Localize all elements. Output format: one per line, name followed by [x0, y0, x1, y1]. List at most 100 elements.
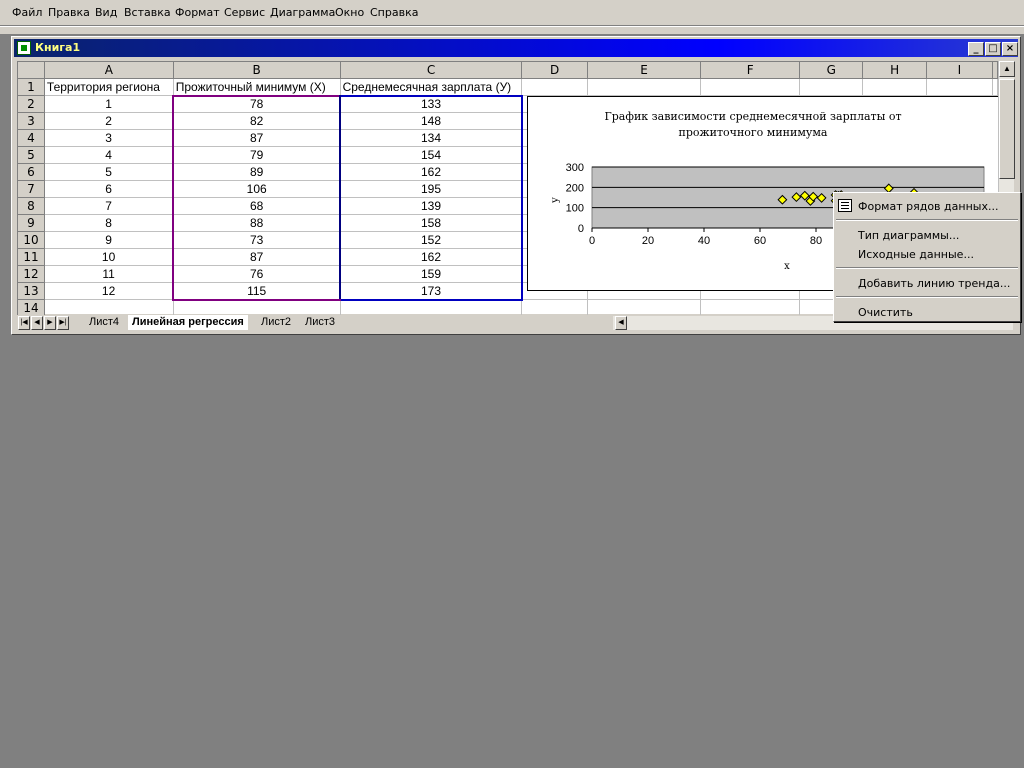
- cell[interactable]: [799, 78, 864, 96]
- ctx-format-data-series[interactable]: Формат рядов данных...: [858, 200, 998, 213]
- menu-edit[interactable]: Правка: [48, 6, 90, 19]
- cell[interactable]: Среднемесячная зарплата (У): [339, 78, 523, 96]
- cell[interactable]: 195: [339, 180, 523, 198]
- cell[interactable]: Прожиточный минимум (X): [172, 78, 341, 96]
- cell[interactable]: 88: [172, 214, 342, 232]
- prev-sheet-button[interactable]: ◀: [31, 316, 43, 330]
- cell[interactable]: 3: [43, 129, 174, 147]
- cell[interactable]: 10: [43, 248, 174, 266]
- cell[interactable]: Территория региона: [43, 78, 174, 96]
- cell[interactable]: 154: [339, 146, 523, 164]
- cell[interactable]: 162: [339, 248, 523, 266]
- cell[interactable]: 68: [172, 197, 342, 215]
- column-header[interactable]: A: [43, 61, 174, 79]
- cell[interactable]: 73: [172, 231, 342, 249]
- cell[interactable]: 115: [172, 282, 342, 301]
- next-sheet-button[interactable]: ▶: [44, 316, 56, 330]
- cell[interactable]: [925, 78, 994, 96]
- row-header[interactable]: 14: [17, 299, 45, 317]
- menu-format[interactable]: Формат: [175, 6, 220, 19]
- menu-help[interactable]: Справка: [370, 6, 418, 19]
- sheet-tab-list3[interactable]: Лист3: [301, 315, 339, 330]
- ctx-chart-type[interactable]: Тип диаграммы...: [858, 229, 959, 242]
- sheet-tab-linear-regression[interactable]: Линейная регрессия: [128, 315, 248, 330]
- column-header[interactable]: G: [799, 61, 864, 79]
- row-header[interactable]: 9: [17, 214, 45, 232]
- column-header[interactable]: B: [172, 61, 341, 79]
- cell[interactable]: [992, 78, 998, 96]
- menu-view[interactable]: Вид: [95, 6, 117, 19]
- cell[interactable]: 4: [43, 146, 174, 164]
- maximize-button[interactable]: □: [985, 42, 1001, 56]
- column-header[interactable]: I: [925, 61, 994, 79]
- column-header[interactable]: F: [700, 61, 801, 79]
- cell[interactable]: 158: [339, 214, 523, 232]
- row-header[interactable]: 7: [17, 180, 45, 198]
- row-header[interactable]: 12: [17, 265, 45, 283]
- menu-insert[interactable]: Вставка: [124, 6, 171, 19]
- column-header[interactable]: [992, 61, 998, 79]
- cell[interactable]: 87: [172, 248, 342, 266]
- menu-chart[interactable]: Диаграмма: [270, 6, 335, 19]
- sheet-tab-list2[interactable]: Лист2: [257, 315, 295, 330]
- cell[interactable]: 76: [172, 265, 342, 283]
- row-header[interactable]: 13: [17, 282, 45, 300]
- ctx-clear[interactable]: Очистить: [858, 306, 913, 319]
- cell[interactable]: 78: [172, 94, 342, 113]
- row-header[interactable]: 1: [17, 78, 45, 96]
- cell[interactable]: 159: [339, 265, 523, 283]
- row-header[interactable]: 8: [17, 197, 45, 215]
- cell[interactable]: 134: [339, 129, 523, 147]
- cell[interactable]: [700, 78, 801, 96]
- row-header[interactable]: 6: [17, 163, 45, 181]
- select-all-corner[interactable]: [17, 61, 45, 79]
- cell[interactable]: [586, 299, 702, 317]
- cell[interactable]: 12: [43, 282, 174, 300]
- scroll-up-button[interactable]: ▲: [999, 61, 1015, 77]
- cell[interactable]: 1: [43, 95, 174, 113]
- cell[interactable]: 87: [172, 129, 342, 147]
- cell[interactable]: 79: [172, 146, 342, 164]
- row-header[interactable]: 10: [17, 231, 45, 249]
- cell[interactable]: 6: [43, 180, 174, 198]
- minimize-button[interactable]: _: [968, 42, 984, 56]
- cell[interactable]: 106: [172, 180, 342, 198]
- cell[interactable]: 5: [43, 163, 174, 181]
- cell[interactable]: [586, 78, 702, 96]
- scroll-thumb[interactable]: [999, 79, 1015, 179]
- cell[interactable]: 2: [43, 112, 174, 130]
- cell[interactable]: 82: [172, 112, 342, 130]
- cell[interactable]: 139: [339, 197, 523, 215]
- cell[interactable]: 8: [43, 214, 174, 232]
- first-sheet-button[interactable]: |◀: [18, 316, 30, 330]
- cell[interactable]: [521, 78, 588, 96]
- column-header[interactable]: D: [521, 61, 588, 79]
- menu-tools[interactable]: Сервис: [224, 6, 265, 19]
- row-header[interactable]: 3: [17, 112, 45, 130]
- cell[interactable]: 152: [339, 231, 523, 249]
- column-header[interactable]: C: [339, 61, 523, 79]
- row-header[interactable]: 2: [17, 95, 45, 113]
- cell[interactable]: [172, 299, 341, 317]
- cell[interactable]: 11: [43, 265, 174, 283]
- cell[interactable]: 162: [339, 163, 523, 181]
- cell[interactable]: 9: [43, 231, 174, 249]
- column-header[interactable]: E: [586, 61, 702, 79]
- cell[interactable]: 148: [339, 112, 523, 130]
- last-sheet-button[interactable]: ▶|: [57, 316, 69, 330]
- row-header[interactable]: 5: [17, 146, 45, 164]
- row-header[interactable]: 11: [17, 248, 45, 266]
- scroll-left-button[interactable]: ◀: [615, 316, 627, 330]
- cell[interactable]: 173: [339, 282, 523, 301]
- cell[interactable]: 7: [43, 197, 174, 215]
- row-header[interactable]: 4: [17, 129, 45, 147]
- cell[interactable]: [43, 299, 174, 317]
- close-button[interactable]: ×: [1002, 42, 1018, 56]
- menu-file[interactable]: Файл: [12, 6, 42, 19]
- ctx-source-data[interactable]: Исходные данные...: [858, 248, 974, 261]
- sheet-tab-list4[interactable]: Лист4: [85, 315, 123, 330]
- ctx-add-trendline[interactable]: Добавить линию тренда...: [858, 277, 1010, 290]
- cell[interactable]: [700, 299, 801, 317]
- cell[interactable]: [521, 299, 588, 317]
- menu-window[interactable]: Окно: [335, 6, 364, 19]
